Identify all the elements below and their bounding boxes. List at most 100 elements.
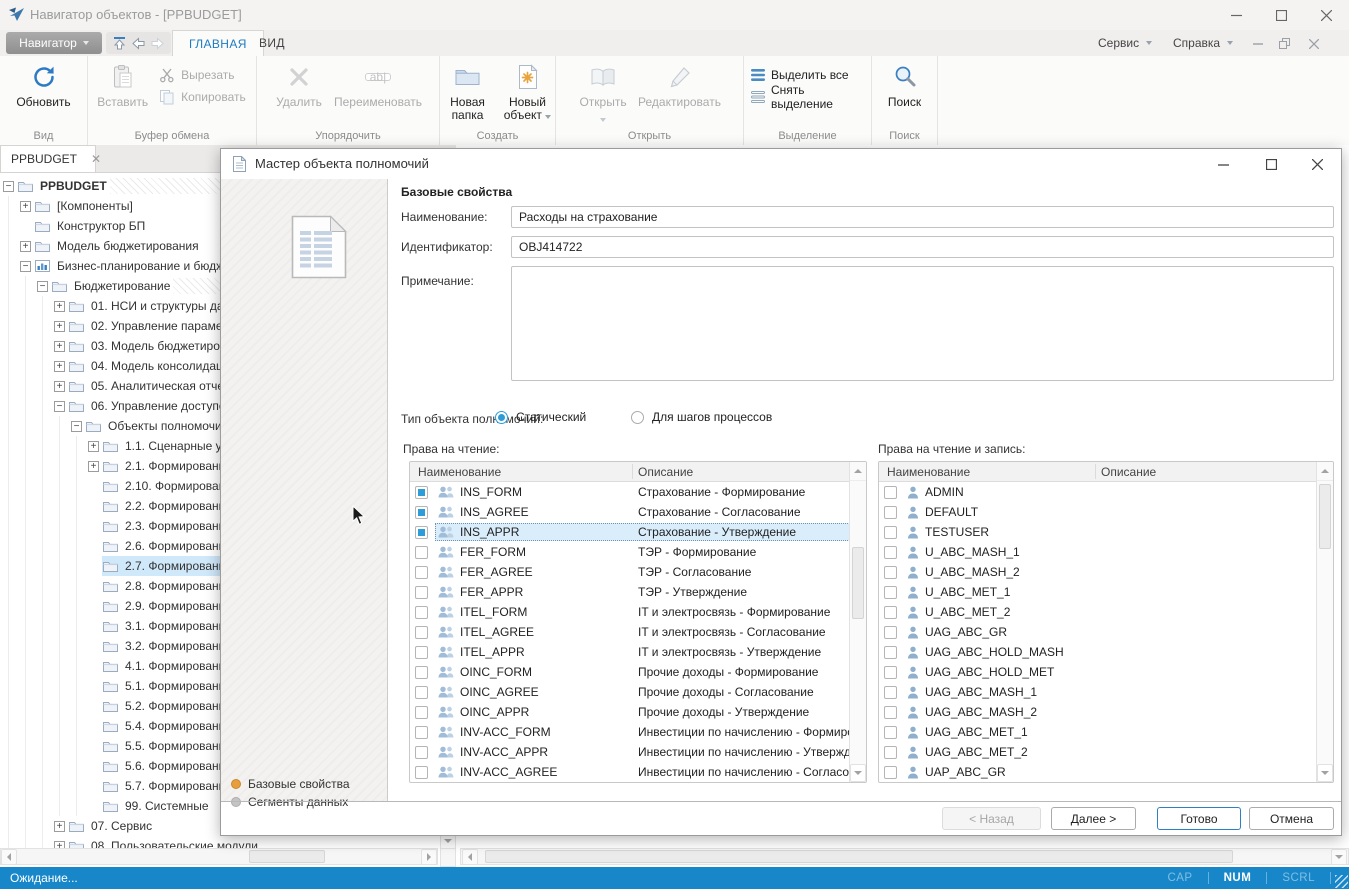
row-checkbox[interactable] bbox=[884, 486, 897, 499]
navigator-menu-button[interactable]: Навигатор bbox=[6, 32, 102, 54]
scrollbar-thumb[interactable] bbox=[852, 547, 864, 619]
next-button[interactable]: Далее > bbox=[1051, 807, 1136, 830]
row-checkbox[interactable] bbox=[415, 506, 428, 519]
scrollbar-thumb[interactable] bbox=[249, 850, 325, 863]
row-checkbox[interactable] bbox=[884, 506, 897, 519]
permission-row[interactable]: FER_APPRТЭР - Утверждение bbox=[410, 582, 850, 602]
permission-row[interactable]: U_ABC_MET_2 bbox=[879, 602, 1317, 622]
permission-row[interactable]: ADMIN bbox=[879, 482, 1317, 502]
row-checkbox[interactable] bbox=[884, 746, 897, 759]
permission-row[interactable]: U_ABC_MET_1 bbox=[879, 582, 1317, 602]
list-vscrollbar[interactable] bbox=[849, 462, 866, 782]
tree-expander[interactable]: + bbox=[51, 376, 68, 396]
permission-row[interactable]: INS_AGREEСтрахование - Согласование bbox=[410, 502, 850, 522]
tree-expander[interactable]: + bbox=[51, 336, 68, 356]
row-checkbox[interactable] bbox=[415, 546, 428, 559]
list-vscrollbar[interactable] bbox=[1316, 462, 1333, 782]
wizard-step-basic[interactable]: Базовые свойства bbox=[231, 777, 350, 791]
scroll-down-icon[interactable] bbox=[1317, 764, 1333, 782]
permission-row[interactable]: UAG_ABC_HOLD_MET bbox=[879, 662, 1317, 682]
permission-row[interactable]: OINC_AGREEПрочие доходы - Согласование bbox=[410, 682, 850, 702]
permission-row[interactable]: UAP_ABC_GR bbox=[879, 762, 1317, 782]
row-checkbox[interactable] bbox=[415, 686, 428, 699]
list-header[interactable]: Наименование Описание bbox=[410, 462, 850, 482]
tree-hscrollbar[interactable] bbox=[0, 848, 438, 865]
wizard-step-segments[interactable]: Сегменты данных bbox=[231, 795, 348, 809]
tree-expander[interactable]: − bbox=[34, 276, 51, 296]
new-folder-button[interactable]: Новая папка bbox=[439, 59, 497, 124]
identifier-field[interactable] bbox=[511, 236, 1334, 258]
row-checkbox[interactable] bbox=[415, 526, 428, 539]
tree-expander[interactable]: + bbox=[51, 356, 68, 376]
list-header[interactable]: Наименование Описание bbox=[879, 462, 1317, 482]
row-checkbox[interactable] bbox=[415, 746, 428, 759]
mdi-minimize-icon[interactable] bbox=[1248, 35, 1268, 52]
menu-help[interactable]: Справка bbox=[1163, 30, 1243, 56]
tree-expander[interactable]: + bbox=[85, 456, 102, 476]
permission-row[interactable]: U_ABC_MASH_1 bbox=[879, 542, 1317, 562]
row-checkbox[interactable] bbox=[884, 526, 897, 539]
tree-expander[interactable]: + bbox=[51, 296, 68, 316]
back-icon[interactable] bbox=[131, 36, 146, 51]
scroll-up-icon[interactable] bbox=[1317, 462, 1333, 481]
scrollbar-thumb[interactable] bbox=[1319, 484, 1331, 549]
go-up-icon[interactable] bbox=[112, 36, 127, 51]
row-checkbox[interactable] bbox=[884, 706, 897, 719]
tree-expander[interactable]: + bbox=[51, 816, 68, 836]
scroll-left-icon[interactable] bbox=[462, 849, 478, 865]
row-checkbox[interactable] bbox=[415, 626, 428, 639]
tab-view[interactable]: ВИД bbox=[243, 30, 301, 56]
tree-expander[interactable]: + bbox=[17, 236, 34, 256]
note-field[interactable] bbox=[511, 266, 1334, 381]
row-checkbox[interactable] bbox=[884, 646, 897, 659]
deselect-button[interactable]: Снять выделение bbox=[746, 87, 869, 107]
menu-service[interactable]: Сервис bbox=[1088, 30, 1162, 56]
tree-tab-ppbudget[interactable]: PPBUDGET ✕ bbox=[0, 145, 96, 172]
name-field[interactable] bbox=[511, 206, 1334, 228]
scroll-right-icon[interactable] bbox=[1331, 849, 1347, 865]
permission-row[interactable]: FER_AGREEТЭР - Согласование bbox=[410, 562, 850, 582]
select-all-button[interactable]: Выделить все bbox=[746, 65, 869, 85]
tree-expander[interactable]: + bbox=[17, 196, 34, 216]
row-checkbox[interactable] bbox=[884, 766, 897, 779]
permission-row[interactable]: UAG_ABC_GR bbox=[879, 622, 1317, 642]
row-checkbox[interactable] bbox=[884, 546, 897, 559]
mdi-restore-icon[interactable] bbox=[1274, 35, 1294, 52]
dialog-close-icon[interactable] bbox=[1299, 149, 1335, 179]
row-checkbox[interactable] bbox=[415, 486, 428, 499]
maximize-icon[interactable] bbox=[1259, 0, 1304, 30]
radio-static[interactable]: Статический bbox=[495, 410, 586, 424]
tree-expander[interactable]: − bbox=[0, 176, 17, 196]
new-object-button[interactable]: Новый объект bbox=[499, 59, 557, 124]
permission-row[interactable]: INV-ACC_AGREEИнвестиции по начислению - … bbox=[410, 762, 850, 782]
scroll-right-icon[interactable] bbox=[421, 849, 437, 865]
permission-row[interactable]: DEFAULT bbox=[879, 502, 1317, 522]
dialog-maximize-icon[interactable] bbox=[1253, 149, 1289, 179]
mdi-close-icon[interactable] bbox=[1304, 35, 1324, 52]
scroll-left-icon[interactable] bbox=[1, 849, 17, 865]
permission-row[interactable]: UAG_ABC_MASH_2 bbox=[879, 702, 1317, 722]
permission-row[interactable]: OINC_FORMПрочие доходы - Формирование bbox=[410, 662, 850, 682]
row-checkbox[interactable] bbox=[884, 726, 897, 739]
scroll-up-icon[interactable] bbox=[850, 462, 866, 481]
permission-row[interactable]: INV-ACC_APPRИнвестиции по начислению - У… bbox=[410, 742, 850, 762]
tab-close-icon[interactable]: ✕ bbox=[91, 152, 101, 166]
row-checkbox[interactable] bbox=[415, 586, 428, 599]
row-checkbox[interactable] bbox=[884, 626, 897, 639]
tree-expander[interactable]: − bbox=[17, 256, 34, 276]
permission-row[interactable]: TESTUSER bbox=[879, 522, 1317, 542]
permission-row[interactable]: ITEL_APPRIT и электросвязь - Утверждение bbox=[410, 642, 850, 662]
minimize-icon[interactable] bbox=[1214, 0, 1259, 30]
permission-row[interactable]: ITEL_AGREEIT и электросвязь - Согласован… bbox=[410, 622, 850, 642]
search-button[interactable]: Поиск bbox=[876, 59, 934, 111]
row-checkbox[interactable] bbox=[884, 586, 897, 599]
finish-button[interactable]: Готово bbox=[1157, 807, 1241, 830]
permission-row[interactable]: U_ABC_MASH_2 bbox=[879, 562, 1317, 582]
permission-row[interactable]: OINC_APPRПрочие доходы - Утверждение bbox=[410, 702, 850, 722]
tree-expander[interactable]: − bbox=[51, 396, 68, 416]
row-checkbox[interactable] bbox=[884, 686, 897, 699]
radio-process-steps[interactable]: Для шагов процессов bbox=[631, 410, 772, 424]
permission-row[interactable]: INS_APPRСтрахование - Утверждение bbox=[410, 522, 850, 542]
permission-row[interactable]: INV-ACC_FORMИнвестиции по начислению - Ф… bbox=[410, 722, 850, 742]
row-checkbox[interactable] bbox=[884, 606, 897, 619]
